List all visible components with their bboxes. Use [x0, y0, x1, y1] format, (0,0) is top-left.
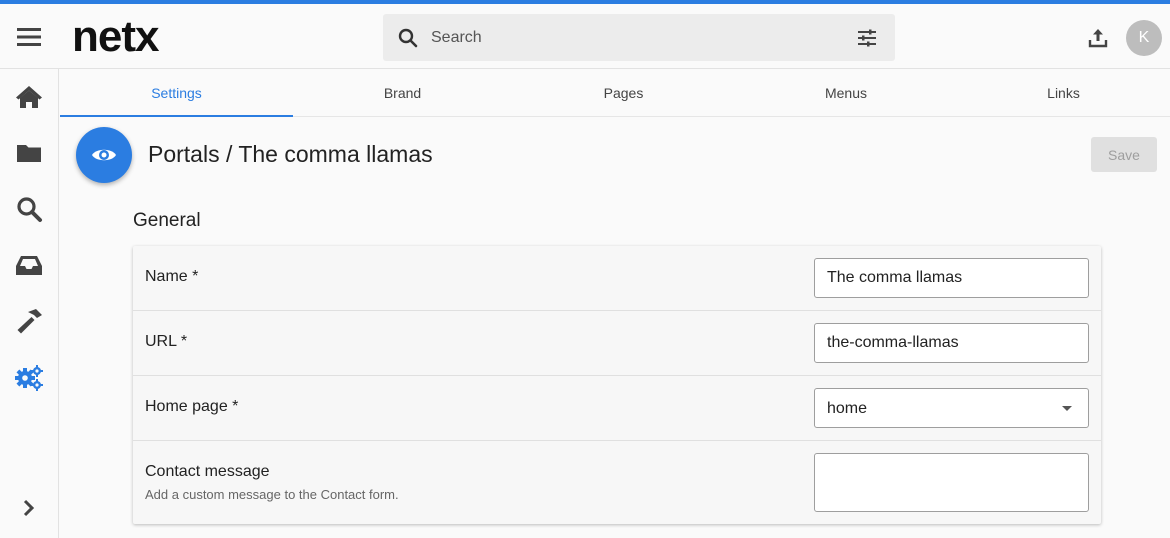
section-title-general: General	[133, 210, 201, 231]
hamburger-menu-icon[interactable]	[14, 22, 44, 52]
home-page-select[interactable]: home	[814, 388, 1089, 428]
name-label: Name *	[145, 268, 199, 285]
search-nav-icon[interactable]	[14, 194, 44, 224]
tab-bar: Settings Brand Pages Menus Links	[60, 69, 1170, 117]
contact-message-label: Contact message	[145, 463, 270, 480]
tab-brand[interactable]: Brand	[293, 69, 512, 117]
inbox-icon[interactable]	[14, 250, 44, 280]
upload-icon[interactable]	[1086, 26, 1110, 50]
contact-message-field[interactable]	[814, 453, 1089, 512]
tab-pages[interactable]: Pages	[512, 69, 735, 117]
search-input[interactable]	[431, 14, 831, 61]
search-icon	[397, 27, 419, 49]
tab-links[interactable]: Links	[957, 69, 1170, 117]
home-icon[interactable]	[14, 82, 44, 112]
chevron-right-icon[interactable]	[14, 493, 44, 523]
contact-message-description: Add a custom message to the Contact form…	[145, 487, 399, 502]
url-label: URL *	[145, 333, 188, 350]
form-row-name: Name *	[133, 246, 1101, 311]
tab-menus[interactable]: Menus	[735, 69, 957, 117]
user-avatar[interactable]: K	[1126, 20, 1162, 56]
tab-settings[interactable]: Settings	[60, 69, 293, 117]
folder-icon[interactable]	[14, 138, 44, 168]
filter-sliders-icon[interactable]	[855, 26, 879, 50]
app-logo[interactable]: netx	[72, 12, 159, 62]
search-bar[interactable]	[383, 14, 895, 61]
general-settings-card: Name * URL * Home page * home Contact me…	[133, 246, 1101, 524]
hammer-icon[interactable]	[14, 306, 44, 336]
name-field[interactable]	[814, 258, 1089, 298]
portal-preview-button[interactable]	[76, 127, 132, 183]
app-header: netx K	[0, 4, 1170, 69]
home-page-selected-value: home	[827, 400, 868, 417]
form-row-home-page: Home page * home	[133, 376, 1101, 441]
dropdown-caret-icon	[1062, 406, 1072, 411]
page-title: Portals / The comma llamas	[148, 141, 433, 167]
eye-icon	[92, 149, 116, 161]
gears-icon[interactable]	[14, 362, 44, 392]
home-page-label: Home page *	[145, 398, 239, 415]
save-button[interactable]: Save	[1091, 137, 1157, 172]
form-row-url: URL *	[133, 311, 1101, 376]
form-row-contact-message: Contact message Add a custom message to …	[133, 441, 1101, 524]
url-field[interactable]	[814, 323, 1089, 363]
sidebar-nav	[0, 69, 59, 538]
